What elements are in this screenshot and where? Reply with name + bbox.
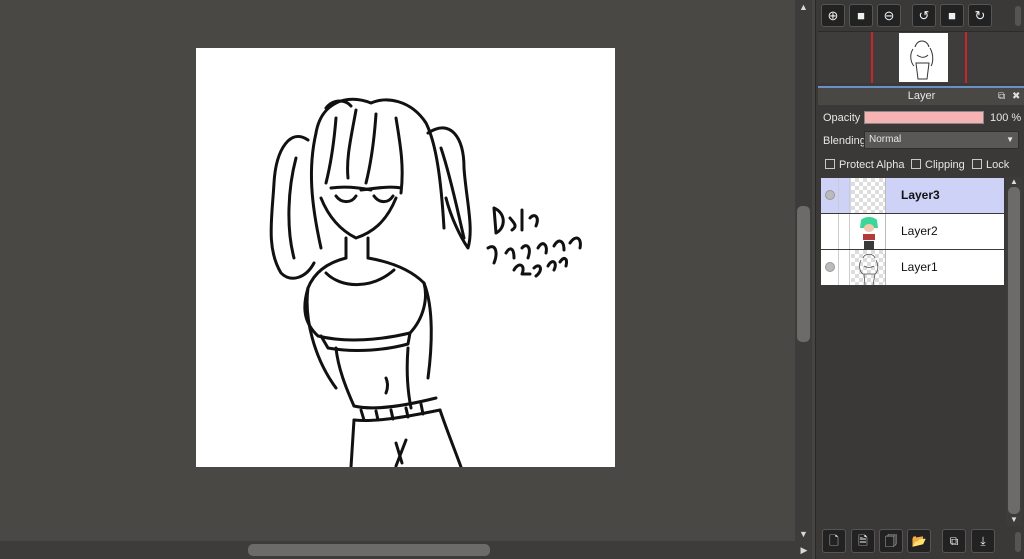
visibility-toggle-icon[interactable] <box>825 262 835 272</box>
navigator-toolbar: ⊕ ■ ⊖ ↺ ■ ↻ <box>816 0 1024 30</box>
merge-down-icon[interactable]: ⤓ <box>971 529 995 553</box>
vertical-scroll-thumb[interactable] <box>797 206 810 342</box>
layer-name: Layer1 <box>901 260 938 274</box>
close-icon[interactable]: ✖ <box>1012 88 1020 105</box>
navigator-preview[interactable] <box>818 31 1024 83</box>
scroll-down-icon[interactable]: ▼ <box>1006 515 1022 525</box>
detach-panel-icon[interactable]: ⧉ <box>998 88 1005 105</box>
blending-value: Normal <box>869 134 902 145</box>
scroll-right-icon[interactable]: ▶ <box>797 541 811 559</box>
side-panel: ⊕ ■ ⊖ ↺ ■ ↻ Layer ⧉ ✖ Opacity 100 % Blen… <box>815 0 1024 559</box>
checkbox-box[interactable] <box>825 159 835 169</box>
lock-label: Lock <box>986 159 1010 171</box>
horizontal-scroll-thumb[interactable] <box>248 544 490 556</box>
lock-checkbox[interactable]: Lock <box>972 157 1009 173</box>
layer-clip-indicator <box>838 178 850 213</box>
layer-clip-indicator <box>838 214 850 249</box>
zoom-out-icon[interactable]: ⊖ <box>877 4 901 27</box>
canvas-workspace[interactable] <box>0 0 795 541</box>
layer-scroll-thumb[interactable] <box>1008 187 1020 514</box>
layer-name: Layer2 <box>901 224 938 238</box>
layer-actions-toolbar: 🗋 🗎 🗍 📂 ⧉ ⤓ <box>816 526 1024 559</box>
chevron-down-icon: ▼ <box>1006 135 1014 144</box>
blending-select[interactable]: Normal ▼ <box>864 131 1019 149</box>
layer-thumbnail <box>851 178 886 213</box>
layer-name: Layer3 <box>901 188 940 202</box>
protect-alpha-checkbox[interactable]: Protect Alpha <box>825 157 904 173</box>
layer-thumbnail <box>851 250 886 286</box>
protect-alpha-label: Protect Alpha <box>839 159 905 171</box>
new-folder-icon[interactable]: 📂 <box>907 529 931 553</box>
opacity-slider[interactable] <box>864 111 984 124</box>
checkbox-box[interactable] <box>972 159 982 169</box>
layer-list: Layer3 Layer2 Layer1 <box>820 177 1006 526</box>
clipping-label: Clipping <box>925 159 965 171</box>
scroll-down-icon[interactable]: ▼ <box>795 527 812 541</box>
rotate-right-icon[interactable]: ↻ <box>968 4 992 27</box>
scroll-up-icon[interactable]: ▲ <box>795 0 812 14</box>
canvas-vertical-scrollbar[interactable]: ▲ ▼ <box>795 0 812 541</box>
layer-panel-header: Layer ⧉ ✖ <box>818 86 1024 105</box>
fit-icon[interactable]: ■ <box>849 4 873 27</box>
zoom-in-icon[interactable]: ⊕ <box>821 4 845 27</box>
opacity-value: 100 % <box>990 112 1022 124</box>
navigator-thumbnail <box>899 33 948 82</box>
visibility-toggle-icon[interactable] <box>825 190 835 200</box>
navigator-grip[interactable] <box>1015 6 1021 26</box>
reset-rotation-icon[interactable]: ■ <box>940 4 964 27</box>
scroll-up-icon[interactable]: ▲ <box>1006 177 1022 187</box>
layer-thumbnail <box>851 214 886 249</box>
layer-item-layer3[interactable]: Layer3 <box>820 177 1005 214</box>
duplicate-layer-icon[interactable]: ⧉ <box>942 529 966 553</box>
layer-item-layer2[interactable]: Layer2 <box>820 213 1005 250</box>
line-art-drawing <box>269 97 582 467</box>
checkbox-box[interactable] <box>911 159 921 169</box>
canvas-horizontal-scrollbar[interactable]: ▶ <box>0 541 812 559</box>
layer-clip-indicator <box>838 250 850 285</box>
rotate-left-icon[interactable]: ↺ <box>912 4 936 27</box>
blending-label: Blending <box>823 135 866 147</box>
clipping-checkbox[interactable]: Clipping <box>911 157 965 173</box>
opacity-label: Opacity <box>823 112 861 124</box>
new-halftone-layer-icon[interactable]: 🗎 <box>851 529 875 553</box>
layer-item-layer1[interactable]: Layer1 <box>820 249 1005 286</box>
toolbar-grip[interactable] <box>1015 532 1021 552</box>
layer-panel-title: Layer <box>907 90 936 102</box>
new-1bit-layer-icon[interactable]: 🗍 <box>879 529 903 553</box>
new-layer-icon[interactable]: 🗋 <box>822 529 846 553</box>
drawing-canvas[interactable] <box>196 48 615 467</box>
layer-list-scrollbar[interactable]: ▲ ▼ <box>1006 177 1022 526</box>
